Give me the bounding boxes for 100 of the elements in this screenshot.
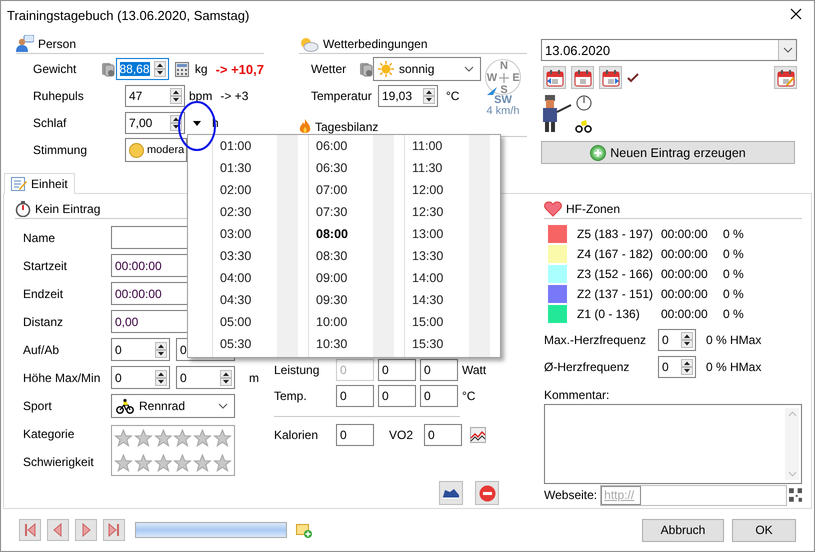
next-day-button[interactable]	[599, 66, 622, 89]
database-icon[interactable]	[100, 61, 116, 77]
spin-buttons[interactable]	[681, 359, 693, 375]
number-field[interactable]: 0	[111, 366, 170, 389]
field-label: Endzeit	[23, 286, 64, 300]
time-option[interactable]: 02:30	[220, 201, 277, 223]
spin-buttons[interactable]	[170, 115, 182, 131]
star-rating[interactable]	[114, 429, 232, 448]
number-field[interactable]: 19,03	[378, 85, 438, 107]
time-option[interactable]: 01:00	[220, 135, 277, 157]
number-field[interactable]: 47	[125, 85, 185, 107]
star-icon[interactable]	[134, 454, 153, 472]
star-icon[interactable]	[114, 454, 133, 472]
time-option[interactable]: 13:00	[412, 223, 469, 245]
time-option[interactable]: 05:30	[220, 333, 277, 355]
star-icon[interactable]	[173, 454, 192, 472]
time-option[interactable]: 10:00	[316, 311, 373, 333]
time-option[interactable]: 09:30	[316, 289, 373, 311]
time-option[interactable]: 07:30	[316, 201, 373, 223]
spin-buttons[interactable]	[154, 61, 166, 77]
star-icon[interactable]	[114, 429, 133, 448]
number-field[interactable]: 0	[378, 385, 416, 407]
star-icon[interactable]	[134, 429, 153, 448]
today-button[interactable]	[571, 66, 594, 89]
number-field[interactable]: 0	[378, 359, 416, 381]
edit-calendar-button[interactable]	[774, 66, 797, 89]
number-field[interactable]: 88,68	[116, 58, 169, 80]
zone-label: Z1 (0 - 136)	[577, 307, 641, 321]
shoe-button[interactable]	[439, 481, 463, 505]
time-option[interactable]: 09:00	[316, 267, 373, 289]
time-option[interactable]: 15:30	[412, 333, 469, 355]
number-field[interactable]: 0	[176, 366, 235, 389]
time-option[interactable]: 06:30	[316, 157, 373, 179]
time-option[interactable]: 12:00	[412, 179, 469, 201]
star-icon[interactable]	[193, 454, 212, 472]
number-field[interactable]: 0	[336, 424, 374, 446]
number-field[interactable]: 0	[658, 356, 696, 378]
spin-buttons[interactable]	[423, 88, 435, 104]
stopwatch-icon	[15, 200, 31, 216]
star-icon[interactable]	[213, 454, 232, 472]
mood-dropdown[interactable]: modera	[125, 138, 187, 162]
calculator-icon[interactable]	[174, 62, 189, 76]
website-field[interactable]: http://	[601, 486, 642, 504]
number-field[interactable]: 0	[424, 424, 462, 446]
coach-drawing	[541, 95, 593, 133]
spin-buttons[interactable]	[681, 332, 693, 348]
sport-dropdown[interactable]: Rennrad	[111, 394, 235, 418]
tab[interactable]: Einheit	[4, 173, 75, 194]
dropdown-arrow-icon[interactable]	[193, 120, 201, 126]
weather-dropdown[interactable]: sonnig	[373, 57, 481, 81]
new-entry-button[interactable]: Neuen Eintrag erzeugen	[541, 141, 795, 164]
qr-code-icon[interactable]	[788, 488, 802, 502]
star-icon[interactable]	[213, 429, 232, 448]
star-icon[interactable]	[154, 429, 172, 448]
number-field[interactable]: 0	[336, 385, 374, 407]
add-note-icon[interactable]	[296, 522, 312, 538]
star-icon[interactable]	[154, 454, 172, 472]
number-field[interactable]: 0	[420, 385, 458, 407]
section-title: HF-Zonen	[566, 202, 620, 216]
time-option[interactable]: 07:00	[316, 179, 373, 201]
comment-field[interactable]	[544, 404, 802, 484]
chart-icon[interactable]	[470, 427, 486, 443]
number-field[interactable]: 7,00	[125, 112, 185, 134]
time-option[interactable]: 14:00	[412, 267, 469, 289]
next-button[interactable]	[75, 519, 97, 541]
dropdown-button[interactable]	[778, 40, 796, 60]
delete-button[interactable]	[475, 481, 499, 505]
spin-buttons[interactable]	[155, 342, 167, 358]
number-field[interactable]: 0	[111, 338, 170, 361]
date-field[interactable]: 13.06.2020	[541, 39, 797, 61]
time-option[interactable]: 11:30	[412, 157, 469, 179]
ok-button[interactable]: OK	[732, 518, 796, 542]
star-icon[interactable]	[193, 429, 212, 448]
time-option[interactable]: 12:30	[412, 201, 469, 223]
database-icon[interactable]	[358, 61, 374, 77]
spin-buttons[interactable]	[170, 88, 182, 104]
time-option[interactable]: 13:30	[412, 245, 469, 267]
last-button[interactable]	[103, 519, 125, 541]
number-field[interactable]: 0	[420, 359, 458, 381]
time-option[interactable]: 03:00	[220, 223, 277, 245]
first-button[interactable]	[19, 519, 41, 541]
time-option[interactable]: 11:00	[412, 135, 469, 157]
cancel-button[interactable]: Abbruch	[642, 518, 724, 542]
field-label: Ø-Herzfrequenz	[544, 360, 630, 374]
time-option[interactable]: 15:00	[412, 311, 469, 333]
time-option[interactable]: 06:00	[316, 135, 373, 157]
previous-day-button[interactable]	[543, 66, 566, 89]
time-option[interactable]: 08:30	[316, 245, 373, 267]
time-option[interactable]: 14:30	[412, 289, 469, 311]
star-rating[interactable]	[114, 454, 232, 472]
time-option[interactable]: 08:00	[316, 223, 373, 245]
change-label: -> +10,7	[216, 62, 264, 76]
previous-button[interactable]	[47, 519, 69, 541]
star-icon[interactable]	[173, 429, 192, 448]
number-field[interactable]: 0	[658, 329, 696, 351]
time-option[interactable]: 01:30	[220, 157, 277, 179]
time-option[interactable]: 10:30	[316, 333, 373, 355]
time-option[interactable]: 02:00	[220, 179, 277, 201]
spin-buttons[interactable]	[220, 370, 232, 386]
spin-buttons[interactable]	[155, 370, 167, 386]
